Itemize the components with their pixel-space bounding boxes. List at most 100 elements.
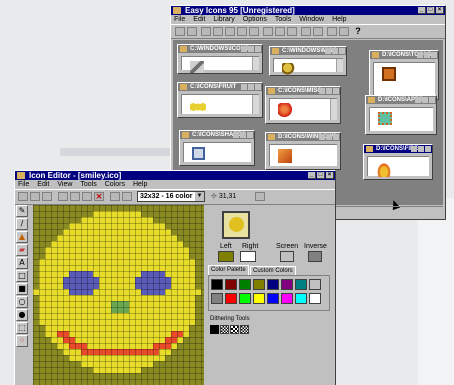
menu-file[interactable]: File [174,15,185,24]
menu-window[interactable]: Window [299,15,324,24]
icon-canvas[interactable] [33,205,204,385]
tool-button-3[interactable] [201,27,211,36]
palette-swatch[interactable] [253,279,265,290]
tool-button-9[interactable] [275,27,285,36]
close-button[interactable]: × [326,172,334,179]
spray-icon[interactable]: ⁘ [16,335,28,347]
tab-custom-colors[interactable]: Custom Colors [250,266,296,275]
screen-color-swatch[interactable] [280,251,294,262]
filled-ellipse-icon[interactable]: ● [16,309,28,321]
size-select[interactable]: 32x32 - 16 color ▼ [137,191,205,202]
tool-button-8[interactable] [263,27,273,36]
menu-help[interactable]: Help [332,15,346,24]
tool-button-12[interactable] [313,27,323,36]
eraser-icon[interactable]: ▰ [16,244,28,256]
left-color-swatch[interactable] [218,251,234,262]
tool-button-4[interactable] [213,27,223,36]
menu-tools[interactable]: Tools [80,180,96,189]
tool-button-11[interactable] [301,27,311,36]
tool-button-6[interactable] [237,27,247,36]
fill-bucket-icon[interactable]: ▲ [16,231,28,243]
minimize-button[interactable]: _ [308,172,316,179]
grid-toggle-button[interactable] [255,192,265,201]
new-button[interactable] [18,192,28,201]
wrench-icon[interactable] [190,61,204,73]
palette-swatch[interactable] [239,279,251,290]
maximize-button[interactable]: □ [427,7,435,14]
tool-button-14[interactable] [339,27,349,36]
palette-swatch[interactable] [281,293,293,304]
palette-swatch[interactable] [225,279,237,290]
menu-edit[interactable]: Edit [193,15,205,24]
library-window-9[interactable]: D:\ICONS\FIRE [363,144,433,180]
palette-swatch[interactable] [239,293,251,304]
tool-button-5[interactable] [225,27,235,36]
right-color-swatch[interactable] [240,251,256,262]
gear-blue-icon[interactable] [192,147,205,160]
fire-icon[interactable] [376,161,392,177]
filled-rectangle-icon[interactable]: ■ [16,283,28,295]
maximize-button[interactable]: □ [317,172,325,179]
menu-edit[interactable]: Edit [37,180,49,189]
open-library-button[interactable] [175,27,185,36]
dither-pattern-icon[interactable] [230,325,239,334]
paste-button[interactable] [82,192,92,201]
redo-button[interactable] [122,192,132,201]
gear-icon[interactable] [382,67,396,81]
palette-swatch[interactable] [267,293,279,304]
menu-help[interactable]: Help [133,180,147,189]
help-question-icon[interactable]: ? [353,27,363,36]
palette-swatch[interactable] [295,279,307,290]
inverse-color-swatch[interactable] [308,251,322,262]
line-icon[interactable]: / [16,218,28,230]
palette-swatch[interactable] [211,279,223,290]
text-icon[interactable]: A [16,257,28,269]
palette-swatch[interactable] [225,293,237,304]
tools-icon[interactable] [282,63,296,75]
menu-library[interactable]: Library [213,15,234,24]
minimize-button[interactable]: _ [418,7,426,14]
copy-button[interactable] [70,192,80,201]
puzzle-icon[interactable] [378,112,392,125]
palette-swatch[interactable] [253,293,265,304]
delete-x-icon[interactable]: × [94,192,104,202]
library-window-5[interactable]: C:\ICONS\MISC [265,86,341,124]
palette-swatch[interactable] [309,293,321,304]
library-window-2[interactable]: C:\WINDOWS\MISC [269,46,347,76]
select-icon[interactable]: ⬚ [16,322,28,334]
save-button[interactable] [187,27,197,36]
library-window-7[interactable]: C:\ICONS\SHAPES [179,130,255,166]
menu-tools[interactable]: Tools [275,15,291,24]
apple-icon[interactable] [278,103,294,119]
library-window-4[interactable]: C:\ICONS\FRUIT [177,82,263,118]
tool-button-10[interactable] [287,27,297,36]
ellipse-icon[interactable]: ○ [16,296,28,308]
save-button[interactable] [42,192,52,201]
cut-button[interactable] [58,192,68,201]
pencil-icon[interactable]: ✎ [16,205,28,217]
dither-checker-icon[interactable] [220,325,229,334]
library-window-1[interactable]: C:\WINDOWS\ICONS [177,44,263,74]
tab-color-palette[interactable]: Color Palette [208,265,249,275]
palette-swatch[interactable] [309,279,321,290]
palette-swatch[interactable] [295,293,307,304]
tool-button-7[interactable] [249,27,259,36]
menu-colors[interactable]: Colors [105,180,125,189]
orange-square-icon[interactable] [278,149,292,163]
undo-button[interactable] [110,192,120,201]
rectangle-icon[interactable]: □ [16,270,28,282]
open-button[interactable] [30,192,40,201]
palette-swatch[interactable] [211,293,223,304]
library-window-3[interactable]: D:\ICONS\TOOLS [369,50,439,100]
chevron-down-icon[interactable]: ▼ [195,192,204,201]
tool-button-13[interactable] [327,27,337,36]
menu-file[interactable]: File [18,180,29,189]
palette-swatch[interactable] [267,279,279,290]
close-button[interactable]: × [436,7,444,14]
menu-options[interactable]: Options [243,15,267,24]
library-window-8[interactable]: D:\ICONS\WINDOWS [265,132,341,170]
dither-solid-icon[interactable] [210,325,219,334]
flower-icon[interactable] [190,99,206,115]
menu-view[interactable]: View [57,180,72,189]
library-window-6[interactable]: D:\ICONS\APPS [365,95,437,135]
